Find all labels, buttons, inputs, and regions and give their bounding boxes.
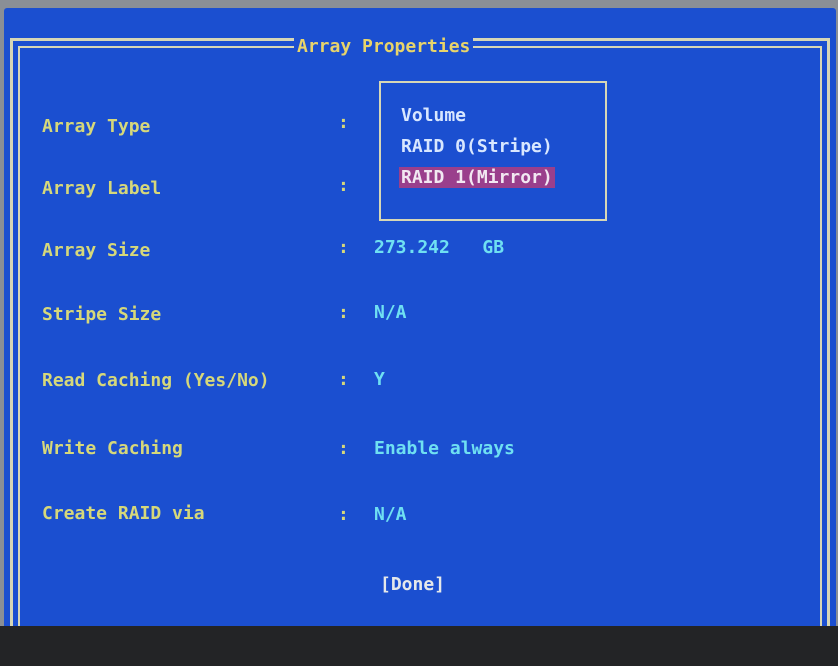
write-caching-label: Write Caching: [42, 438, 183, 459]
array-type-label: Array Type: [42, 116, 151, 137]
write-caching-value[interactable]: Enable always: [374, 438, 515, 459]
stripe-size-value[interactable]: N/A: [374, 302, 407, 323]
array-type-option-raid0[interactable]: RAID 0(Stripe): [401, 136, 553, 157]
create-raid-via-label: Create RAID via: [42, 503, 205, 524]
monitor-bezel-shadow: [0, 626, 838, 666]
array-type-dropdown[interactable]: Volume RAID 0(Stripe) RAID 1(Mirror): [379, 81, 607, 221]
dialog-title: Array Properties: [294, 34, 474, 60]
create-raid-via-value[interactable]: N/A: [374, 504, 407, 525]
bios-screen: Array Properties Array Type : Array Labe…: [4, 8, 836, 653]
read-caching-label: Read Caching (Yes/No): [42, 370, 270, 391]
array-size-label: Array Size: [42, 240, 151, 261]
read-caching-value[interactable]: Y: [374, 369, 385, 390]
array-type-option-raid1-selected[interactable]: RAID 1(Mirror): [399, 167, 555, 188]
array-label-colon: :: [338, 175, 349, 196]
write-caching-colon: :: [338, 438, 349, 459]
array-size-colon: :: [338, 237, 349, 258]
array-size-value: 273.242 GB: [374, 237, 505, 258]
array-label-label: Array Label: [42, 178, 162, 199]
stripe-size-label: Stripe Size: [42, 304, 162, 325]
read-caching-colon: :: [338, 369, 349, 390]
array-type-colon: :: [338, 112, 349, 133]
stripe-size-colon: :: [338, 302, 349, 323]
done-button[interactable]: [Done]: [380, 574, 445, 595]
array-type-option-volume[interactable]: Volume: [401, 105, 466, 126]
create-raid-via-colon: :: [338, 504, 349, 525]
